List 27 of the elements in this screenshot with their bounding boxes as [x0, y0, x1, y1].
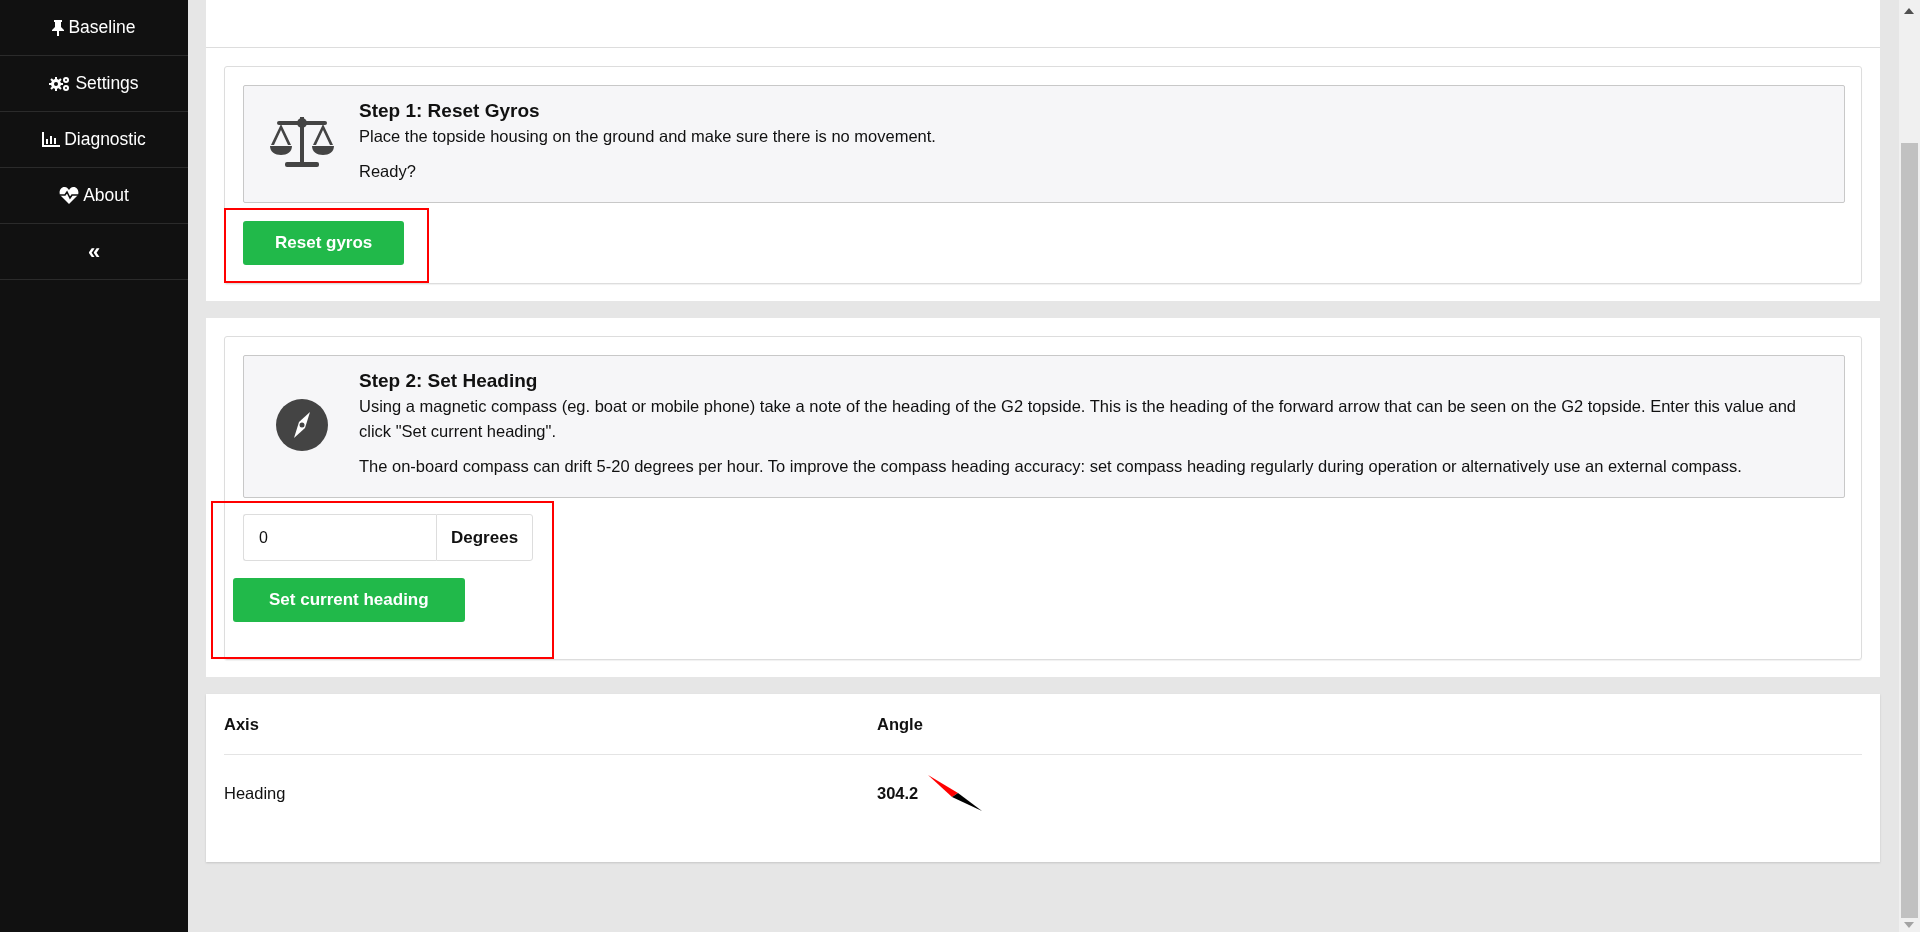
column-header: Axis — [224, 714, 260, 734]
scrollbar-thumb[interactable] — [1901, 143, 1918, 918]
unit-label: Degrees — [436, 514, 534, 561]
pin-icon — [52, 19, 65, 36]
compass-icon — [275, 398, 328, 451]
step-title: Step 2: Set Heading — [359, 370, 539, 392]
sidebar-item[interactable]: Diagnostic — [0, 112, 188, 168]
sidebar-item[interactable]: « — [0, 224, 188, 280]
heartbeat-icon — [59, 187, 80, 204]
scroll-up-icon[interactable] — [1904, 8, 1914, 14]
sidebar-item[interactable]: About — [0, 168, 188, 224]
heading-field[interactable]: 0 — [243, 514, 436, 561]
step-text: Ready? — [359, 161, 417, 182]
table-cell-text: Heading — [224, 783, 287, 803]
sidebar-item[interactable]: Baseline — [0, 0, 188, 56]
step-text: Place the topside housing on the ground and make sure there is no movement. — [359, 126, 936, 147]
scroll-down-icon[interactable] — [1904, 922, 1914, 928]
step-title: Step 1: Reset Gyros — [359, 100, 541, 122]
step-text: The on-board compass can drift 5-20 degrees per hour. To improve the compass heading accuracy: set compass heading regularly during operation or alternatively use an external compass. — [359, 456, 1743, 477]
gears-icon — [49, 75, 72, 92]
balance-scale-icon — [268, 115, 335, 169]
bar-chart-icon — [42, 132, 61, 147]
angle-value: 304.2 — [877, 783, 919, 803]
sidebar-item[interactable]: Settings — [0, 56, 188, 112]
compass-needle-icon — [928, 775, 983, 811]
step-text: Using a magnetic compass (eg. boat or mobile phone) take a note of the heading of the G2 topside. This is the heading of the forward arrow that can be seen on the G2 topside. Enter this value and click "Set current heading". — [359, 396, 1797, 442]
column-header: Angle — [877, 714, 924, 734]
